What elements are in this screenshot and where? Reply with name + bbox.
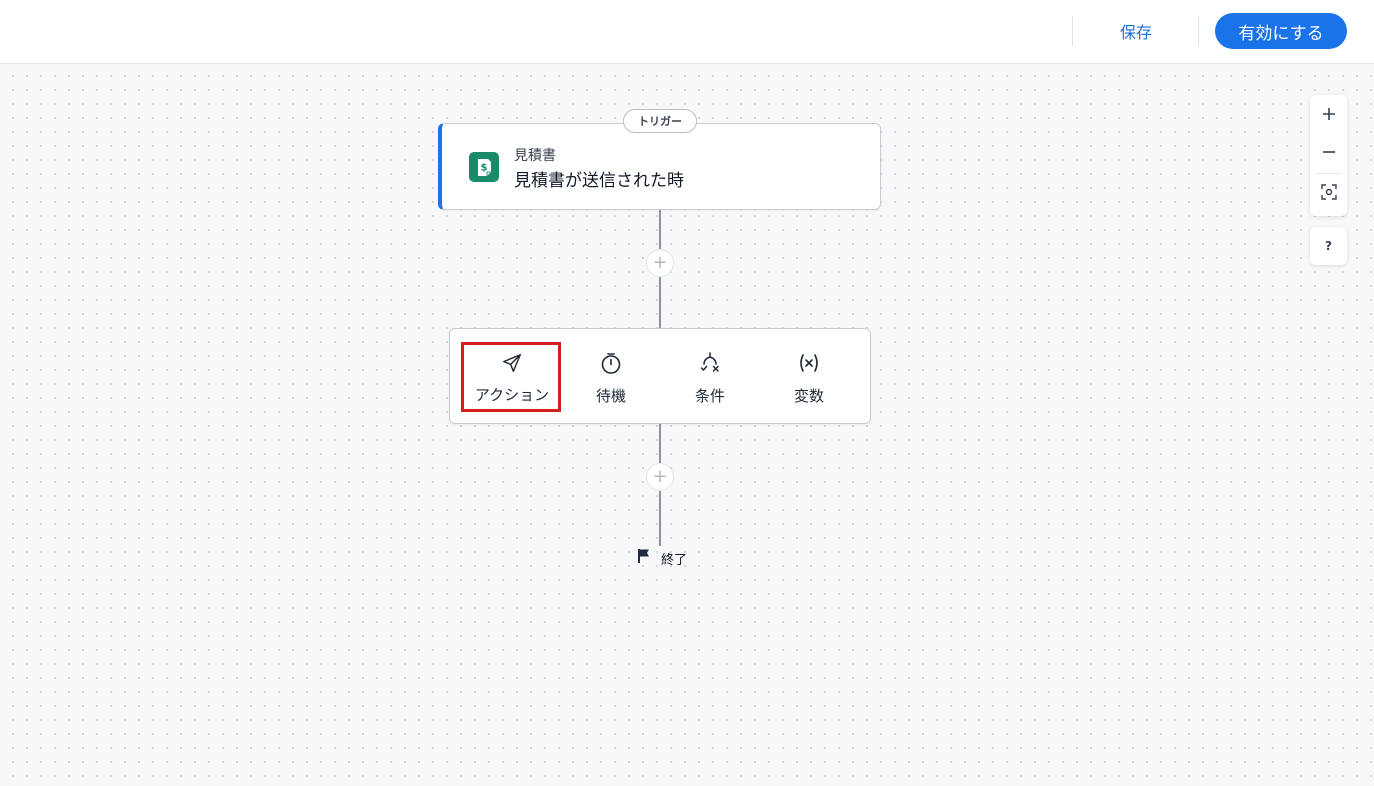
- trigger-badge: トリガー: [623, 109, 697, 133]
- zoom-in-button[interactable]: [1310, 95, 1347, 133]
- stopwatch-icon: [599, 351, 623, 379]
- toolbar-divider: [1198, 16, 1199, 46]
- plus-icon: +: [652, 252, 668, 273]
- dollar-document-icon: $: [469, 152, 499, 182]
- action-option-label: アクション: [474, 385, 550, 404]
- send-icon: [501, 352, 523, 378]
- wait-option-label: 待機: [595, 386, 626, 405]
- plus-icon: +: [652, 466, 668, 487]
- variable-option[interactable]: 変数: [759, 343, 859, 413]
- svg-text:$: $: [481, 163, 488, 174]
- variable-icon: [797, 351, 821, 379]
- fit-view-icon: [1320, 181, 1337, 205]
- variable-option-label: 変数: [793, 386, 824, 405]
- branch-icon: [698, 351, 722, 379]
- step-type-menu: アクション 待機 条件 変数: [449, 328, 871, 424]
- top-bar: 保存 有効にする: [0, 0, 1374, 64]
- help-button[interactable]: ?: [1310, 227, 1347, 265]
- trigger-event-title: 見積書が送信された時: [514, 171, 684, 191]
- trigger-card[interactable]: $ 見積書 見積書が送信された時: [438, 123, 881, 210]
- flag-icon: [637, 548, 651, 568]
- add-step-button[interactable]: +: [646, 463, 674, 491]
- end-node: 終了: [637, 548, 687, 568]
- add-step-button[interactable]: +: [646, 249, 674, 277]
- condition-option[interactable]: 条件: [660, 343, 760, 413]
- condition-option-label: 条件: [694, 386, 725, 405]
- trigger-app-name: 見積書: [514, 148, 556, 164]
- activate-button[interactable]: 有効にする: [1215, 13, 1347, 49]
- wait-option[interactable]: 待機: [561, 343, 661, 413]
- action-option[interactable]: アクション: [462, 343, 562, 413]
- toolbar-divider: [1072, 16, 1073, 46]
- minus-icon: [1322, 140, 1336, 164]
- plus-icon: [1322, 102, 1336, 126]
- fit-view-button[interactable]: [1310, 173, 1347, 213]
- save-button[interactable]: 保存: [1100, 14, 1172, 48]
- end-label: 終了: [661, 552, 688, 568]
- zoom-out-button[interactable]: [1310, 133, 1347, 171]
- zoom-controls: [1310, 95, 1347, 216]
